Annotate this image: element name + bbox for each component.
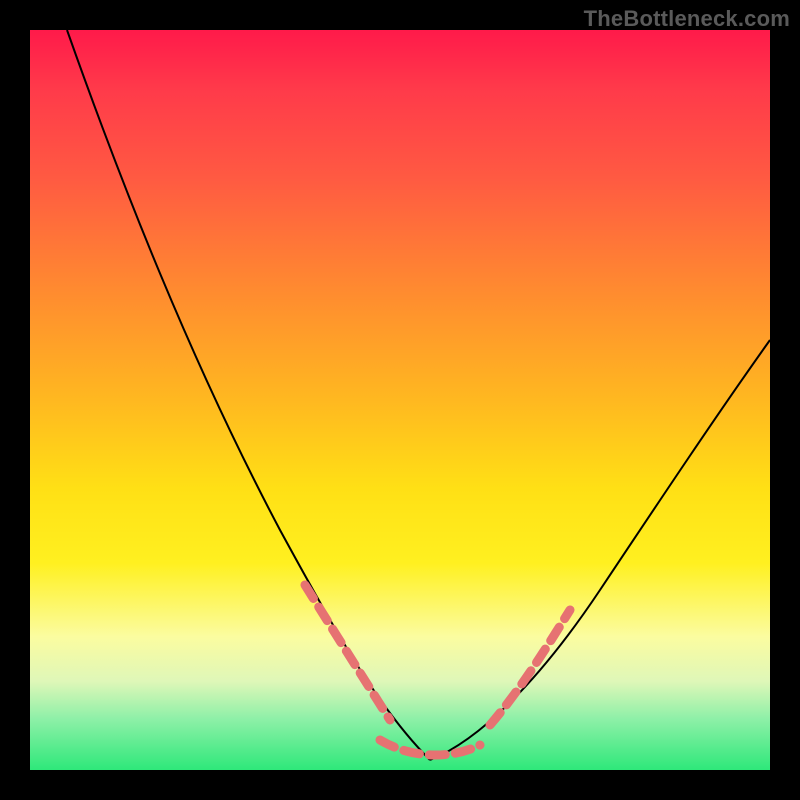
overlay-dash-left [305,585,390,720]
curve-left [67,30,430,760]
chart-svg [30,30,770,770]
overlay-dash-bottom [380,740,480,755]
plot-area [30,30,770,770]
overlay-dash-right [490,610,570,725]
watermark-text: TheBottleneck.com [584,6,790,32]
curve-right [430,340,770,760]
chart-frame: TheBottleneck.com [0,0,800,800]
